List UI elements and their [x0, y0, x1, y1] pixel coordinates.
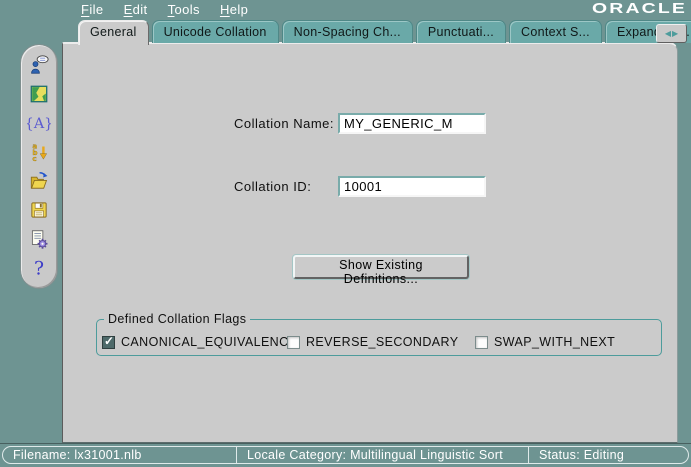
floppy-disk-icon — [28, 199, 50, 221]
generate-nlb-button[interactable] — [27, 228, 51, 250]
tab-scroller-button[interactable]: ◀ ▶ — [656, 24, 687, 43]
tab-general[interactable]: General — [78, 20, 149, 45]
status-filename: Filename: lx31001.nlb — [3, 447, 237, 463]
status-capsule: Filename: lx31001.nlb Locale Category: M… — [2, 446, 689, 464]
braces-a-icon: {A} — [27, 112, 51, 134]
map-icon — [28, 83, 50, 105]
tab-unicode-collation[interactable]: Unicode Collation — [152, 20, 279, 43]
canonical-equivalence-label: CANONICAL_EQUIVALENCE — [121, 335, 297, 349]
locale-builder-window: File Edit Tools Help ORACLE General Unic… — [0, 0, 691, 467]
help-button[interactable]: ? — [27, 257, 51, 279]
tab-strip: General Unicode Collation Non-Spacing Ch… — [78, 20, 691, 43]
collation-id-input[interactable] — [338, 176, 486, 197]
open-button[interactable] — [27, 170, 51, 192]
flags-group-title: Defined Collation Flags — [104, 312, 250, 326]
svg-text:c: c — [32, 154, 36, 163]
menu-bar: File Edit Tools Help — [78, 0, 251, 19]
user-speech-icon — [28, 54, 50, 76]
collation-name-input[interactable] — [338, 113, 486, 134]
flag-row: SWAP_WITH_NEXT — [475, 335, 615, 349]
menu-item-tools[interactable]: Tools — [165, 1, 203, 18]
open-folder-icon — [28, 170, 50, 192]
linguistic-sort-button[interactable]: a b c — [27, 141, 51, 163]
swap-with-next-label: SWAP_WITH_NEXT — [494, 335, 615, 349]
canonical-equivalence-checkbox[interactable] — [102, 336, 115, 349]
toolbar-sidebar: {A} a b c — [20, 44, 58, 289]
menu-item-file[interactable]: File — [78, 1, 107, 18]
menu-item-edit[interactable]: Edit — [121, 1, 151, 18]
tab-non-spacing-characters[interactable]: Non-Spacing Ch... — [282, 20, 413, 43]
tab-scroll-left-icon[interactable]: ◀ — [665, 30, 671, 38]
new-locale-button[interactable] — [27, 54, 51, 76]
status-bar: Filename: lx31001.nlb Locale Category: M… — [0, 443, 691, 467]
svg-text:?: ? — [34, 259, 44, 279]
collation-name-label: Collation Name: — [234, 116, 334, 131]
collation-id-label: Collation ID: — [234, 179, 311, 194]
swap-with-next-checkbox[interactable] — [475, 336, 488, 349]
locale-map-button[interactable] — [27, 83, 51, 105]
tab-punctuation[interactable]: Punctuati... — [416, 20, 506, 43]
oracle-logo: ORACLE — [592, 0, 687, 17]
abc-sort-down-icon: a b c — [28, 141, 50, 163]
reverse-secondary-checkbox[interactable] — [287, 336, 300, 349]
save-button[interactable] — [27, 199, 51, 221]
flag-row: REVERSE_SECONDARY — [287, 335, 458, 349]
tab-context-sensitive[interactable]: Context S... — [509, 20, 602, 43]
status-editing: Status: Editing — [529, 447, 688, 463]
question-mark-icon: ? — [28, 257, 50, 279]
show-existing-definitions-button[interactable]: Show Existing Definitions... — [293, 255, 469, 279]
document-gear-icon — [28, 228, 50, 250]
character-set-button[interactable]: {A} — [27, 112, 51, 134]
tab-content-panel: Collation Name: Collation ID: Show Exist… — [62, 42, 678, 443]
flag-row: CANONICAL_EQUIVALENCE — [102, 335, 297, 349]
status-locale-category: Locale Category: Multilingual Linguistic… — [237, 447, 529, 463]
menu-item-help[interactable]: Help — [217, 1, 251, 18]
defined-collation-flags-group: Defined Collation Flags CANONICAL_EQUIVA… — [96, 312, 662, 356]
svg-text:{A}: {A} — [27, 116, 51, 132]
reverse-secondary-label: REVERSE_SECONDARY — [306, 335, 458, 349]
tab-scroll-right-icon[interactable]: ▶ — [672, 30, 678, 38]
